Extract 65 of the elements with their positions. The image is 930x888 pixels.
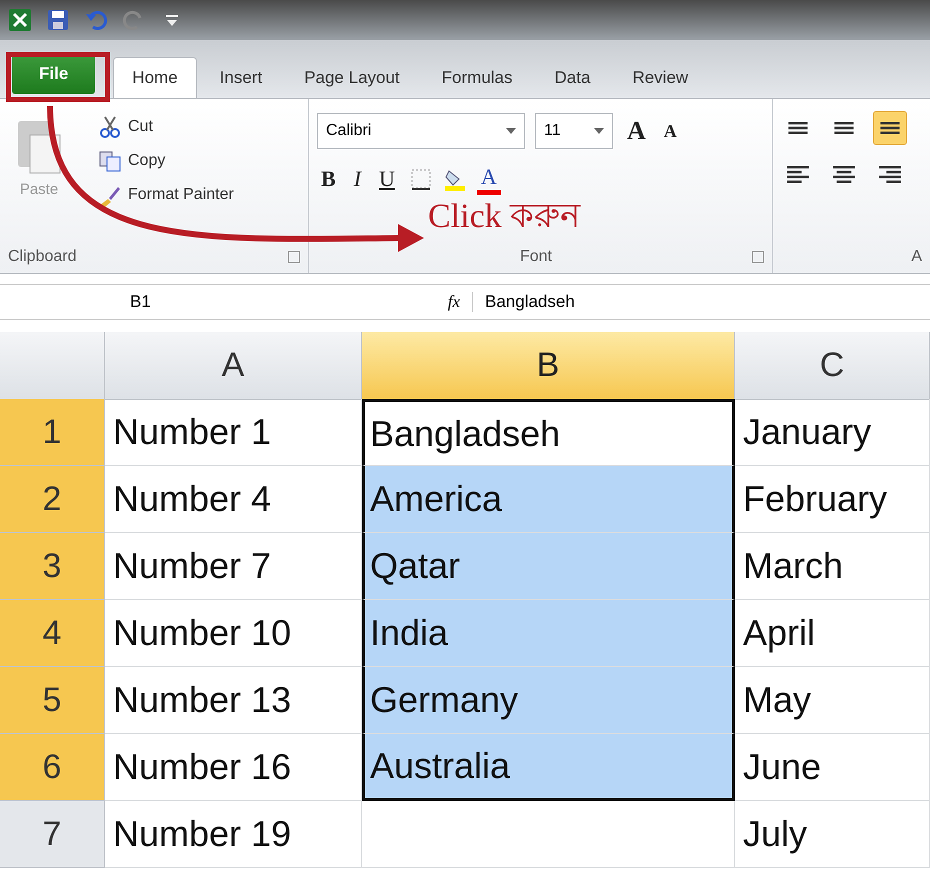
table-cell[interactable]: April (735, 600, 930, 667)
shrink-font-button[interactable]: A (660, 120, 681, 142)
borders-icon[interactable] (408, 167, 433, 191)
group-label: Font (520, 248, 552, 266)
dropdown-icon (506, 128, 516, 134)
align-middle-icon (833, 122, 855, 134)
ribbon-tab[interactable]: Data (536, 57, 610, 98)
table-cell[interactable] (362, 801, 735, 868)
save-icon[interactable] (46, 8, 70, 32)
table-cell[interactable]: India (362, 600, 735, 667)
column-header[interactable]: A (105, 332, 362, 400)
format-painter-button[interactable]: Format Painter (96, 181, 236, 209)
column-header[interactable]: B (362, 332, 735, 400)
align-right-icon (879, 166, 901, 182)
font-color-button[interactable]: A (476, 164, 501, 194)
excel-logo-icon[interactable] (8, 8, 32, 32)
table-cell[interactable]: July (735, 801, 930, 868)
row-header[interactable]: 7 (0, 801, 105, 868)
alignment-button[interactable] (873, 111, 907, 145)
insert-function-button[interactable]: fx (400, 292, 473, 312)
grow-font-button[interactable]: A (623, 116, 650, 146)
copy-button[interactable]: Copy (96, 147, 236, 175)
ribbon-tab[interactable]: Home (113, 57, 197, 98)
dropdown-icon (594, 128, 604, 134)
group-label: A (911, 248, 922, 266)
ribbon-tab[interactable]: Review (613, 57, 708, 98)
table-cell[interactable]: Qatar (362, 533, 735, 600)
row-header[interactable]: 2 (0, 466, 105, 533)
dialog-launcher-icon[interactable] (288, 251, 300, 263)
ribbon-tab[interactable]: Page Layout (285, 57, 419, 98)
font-name-field[interactable]: Calibri (317, 113, 525, 149)
row-header[interactable]: 1 (0, 399, 105, 466)
table-cell[interactable]: February (735, 466, 930, 533)
underline-button[interactable]: U (375, 166, 399, 192)
scissors-icon (98, 115, 122, 139)
ribbon-tab[interactable]: Formulas (422, 57, 532, 98)
dialog-launcher-icon[interactable] (752, 251, 764, 263)
formula-value[interactable]: Bangladseh (473, 292, 575, 312)
table-cell[interactable]: Germany (362, 667, 735, 734)
table-cell[interactable]: March (735, 533, 930, 600)
align-center-icon (833, 166, 855, 182)
cut-button[interactable]: Cut (96, 113, 236, 141)
align-top-icon (787, 122, 809, 134)
column-header[interactable]: C (735, 332, 930, 400)
table-cell[interactable]: Australia (362, 734, 735, 801)
font-size-field[interactable]: 11 (535, 113, 613, 149)
table-cell[interactable]: June (735, 734, 930, 801)
align-bottom-icon (879, 122, 901, 134)
table-cell[interactable]: America (362, 466, 735, 533)
copy-icon (98, 149, 122, 173)
italic-button[interactable]: I (350, 166, 366, 192)
table-cell[interactable]: Number 19 (105, 801, 362, 868)
row-header[interactable]: 3 (0, 533, 105, 600)
annotation-text: Click করুন (428, 200, 580, 234)
row-header[interactable]: 6 (0, 734, 105, 801)
table-cell[interactable]: January (735, 399, 930, 466)
row-header[interactable]: 5 (0, 667, 105, 734)
bold-button[interactable]: B (317, 166, 340, 192)
table-cell[interactable]: May (735, 667, 930, 734)
table-cell[interactable]: Bangladseh (362, 399, 735, 466)
name-box[interactable]: B1 (0, 292, 220, 312)
row-header[interactable]: 4 (0, 600, 105, 667)
group-label: Clipboard (8, 248, 76, 266)
align-left-icon (787, 166, 809, 182)
ribbon-tab[interactable]: Insert (200, 57, 282, 98)
